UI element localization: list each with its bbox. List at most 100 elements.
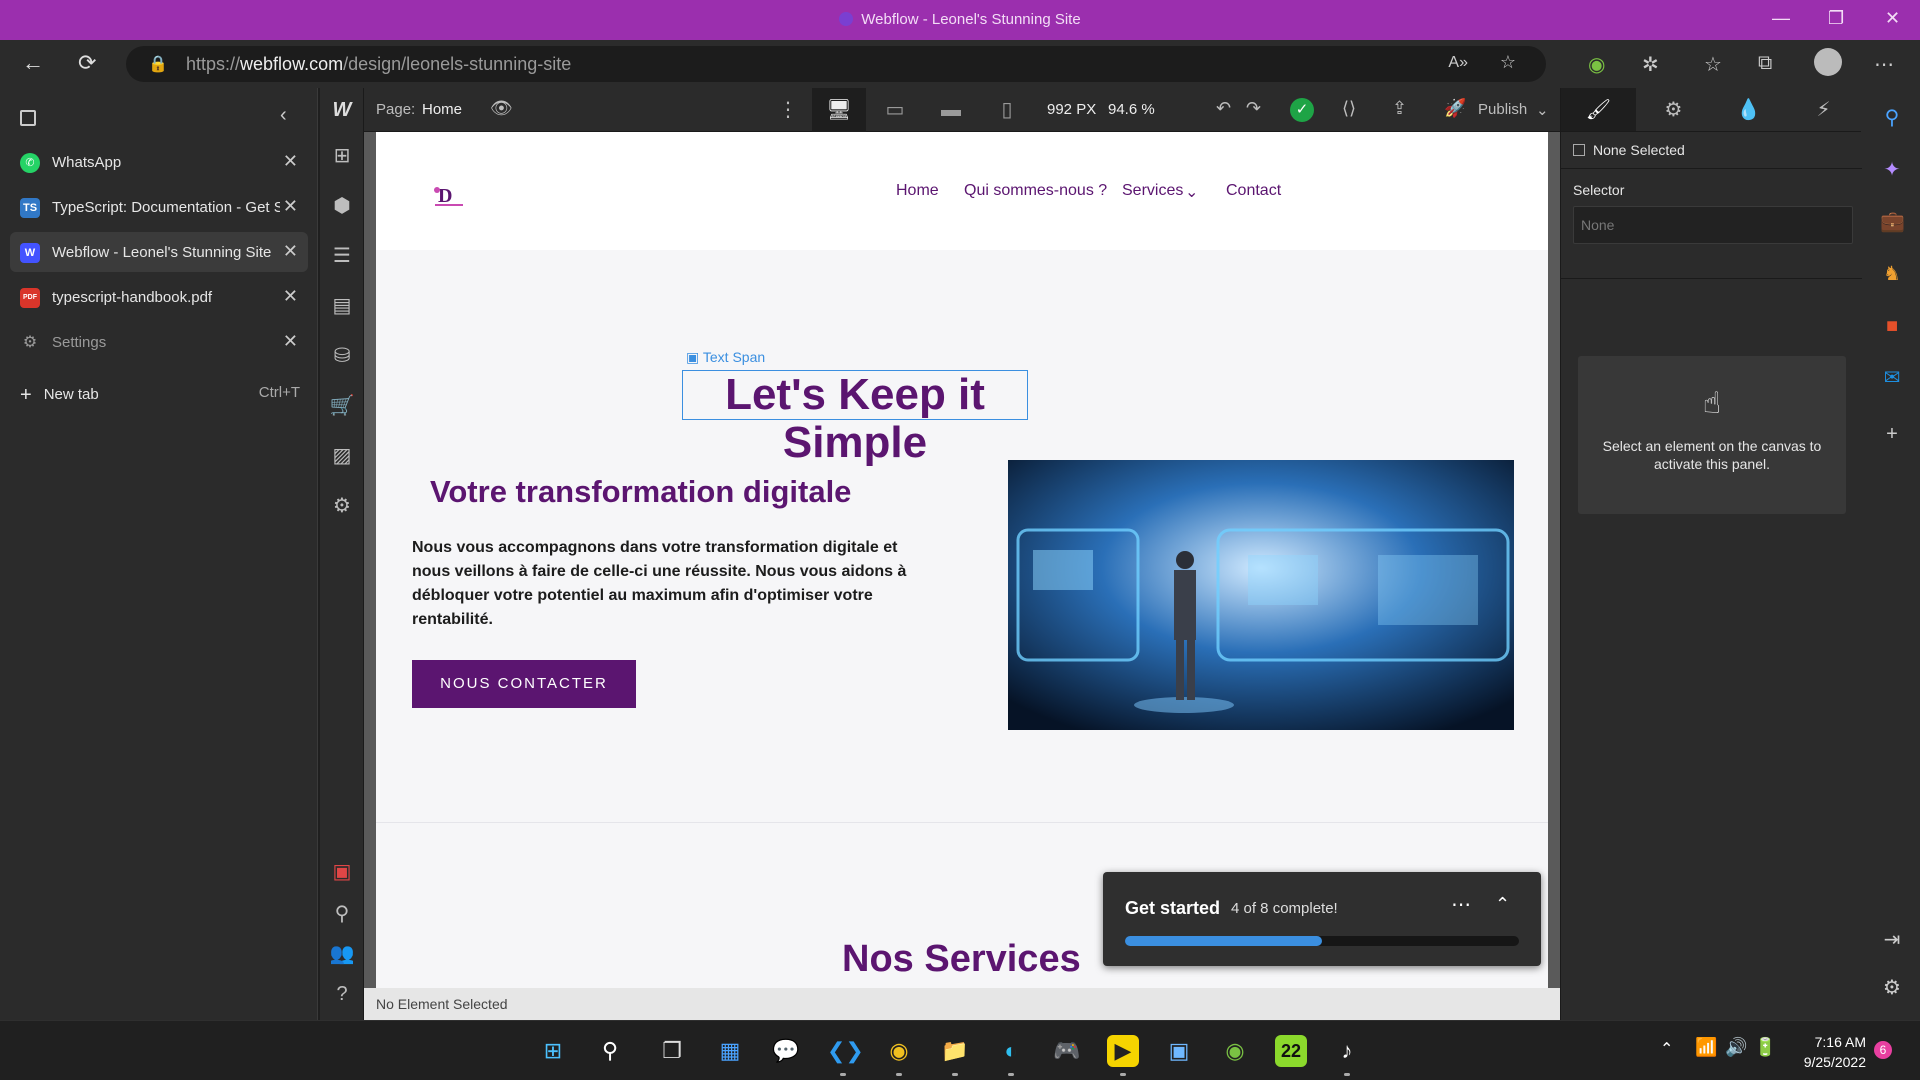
more-options-icon[interactable]: ⋮: [778, 97, 798, 122]
desktop-breakpoint-icon[interactable]: 🖥: [812, 88, 866, 132]
help-icon[interactable]: ?: [328, 980, 356, 1008]
volume-icon[interactable]: 🔊: [1725, 1037, 1747, 1058]
discover-sparkle-icon[interactable]: ✦: [1880, 158, 1904, 182]
close-tab-icon[interactable]: ✕: [283, 286, 298, 307]
tab-whatsapp[interactable]: ✆ WhatsApp ✕: [10, 142, 308, 182]
games-icon[interactable]: ♞: [1880, 262, 1904, 286]
site-logo[interactable]: D: [432, 182, 468, 212]
mobile-portrait-breakpoint-icon[interactable]: ▯: [980, 88, 1034, 132]
minimize-button[interactable]: —: [1772, 8, 1790, 29]
headline-text-span[interactable]: Let's Keep it Simple: [682, 370, 1028, 467]
assets-icon[interactable]: ▨: [328, 442, 356, 470]
chevron-up-icon[interactable]: ⌃: [1660, 1039, 1673, 1059]
hide-sidebar-icon[interactable]: ⇥: [1880, 928, 1904, 952]
selector-input[interactable]: None: [1573, 206, 1853, 244]
tab-settings[interactable]: ⚙ Settings ✕: [10, 322, 308, 362]
tools-briefcase-icon[interactable]: 💼: [1880, 210, 1905, 234]
collections-icon[interactable]: ⧉: [1758, 52, 1772, 75]
style-tab-brush-icon[interactable]: 🖌: [1561, 88, 1636, 132]
settings-icon[interactable]: ⚙: [328, 492, 356, 520]
file-explorer-icon[interactable]: 📁: [939, 1035, 971, 1076]
add-sidebar-app-icon[interactable]: +: [1880, 422, 1904, 446]
settings-tab-gear-icon[interactable]: ⚙: [1636, 88, 1711, 132]
webflow-logo-icon[interactable]: W: [328, 96, 356, 124]
audit-icon[interactable]: ▣: [328, 858, 356, 886]
office-icon[interactable]: ■: [1880, 314, 1904, 338]
control-panel-icon[interactable]: ▣: [1163, 1035, 1195, 1067]
page-selector[interactable]: Home: [422, 101, 462, 118]
widgets-icon[interactable]: ▦: [714, 1035, 746, 1067]
windows-start-icon[interactable]: ⊞: [537, 1035, 569, 1067]
battery-icon[interactable]: 🔋: [1754, 1037, 1776, 1058]
outlook-icon[interactable]: ✉: [1880, 366, 1904, 390]
notification-badge[interactable]: 6: [1874, 1041, 1892, 1059]
cms-icon[interactable]: ⛁: [328, 342, 356, 370]
intro-paragraph[interactable]: Nous vous accompagnons dans votre transf…: [412, 536, 912, 632]
get-started-card[interactable]: Get started 4 of 8 complete! ⋯ ⌃: [1103, 872, 1541, 966]
pages-icon[interactable]: ▤: [328, 292, 356, 320]
none-selected-checkbox[interactable]: [1573, 144, 1585, 156]
back-icon[interactable]: ←: [22, 50, 44, 76]
nav-link-services[interactable]: Services: [1122, 182, 1183, 200]
section-heading[interactable]: Votre transformation digitale: [430, 474, 851, 510]
favorites-icon[interactable]: ☆: [1704, 52, 1722, 77]
interactions-tab-bolt-icon[interactable]: ⚡: [1786, 88, 1861, 132]
profile-avatar[interactable]: [1814, 48, 1842, 76]
task-view-icon[interactable]: ❐: [656, 1035, 688, 1067]
game-controller-icon[interactable]: 🎮: [1051, 1035, 1083, 1067]
nav-link-contact[interactable]: Contact: [1226, 182, 1281, 200]
edge-extension-icon[interactable]: ◉: [1588, 52, 1605, 77]
close-tab-icon[interactable]: ✕: [283, 241, 298, 262]
search-icon[interactable]: ⚲: [594, 1035, 626, 1067]
refresh-icon[interactable]: ⟳: [78, 50, 96, 76]
clock[interactable]: 7:16 AM 9/25/2022: [1790, 1032, 1866, 1072]
tab-typescript-docs[interactable]: TS TypeScript: Documentation - Get Start…: [10, 187, 308, 227]
close-window-button[interactable]: ✕: [1885, 8, 1900, 29]
navigator-icon[interactable]: ☰: [328, 242, 356, 270]
contact-cta-button[interactable]: NOUS CONTACTER: [412, 660, 636, 708]
read-aloud-icon[interactable]: A»: [1448, 54, 1468, 72]
collapse-tabs-icon[interactable]: ‹: [280, 104, 287, 127]
wifi-icon[interactable]: 📶: [1695, 1037, 1717, 1058]
undo-icon[interactable]: ↶: [1216, 98, 1231, 119]
chevron-down-icon[interactable]: ⌄: [1185, 182, 1198, 202]
edge-canary-icon[interactable]: ◉: [1219, 1035, 1251, 1067]
mobile-landscape-breakpoint-icon[interactable]: ▬: [924, 88, 978, 132]
share-icon[interactable]: ⇪: [1392, 98, 1407, 119]
code-export-icon[interactable]: ⟨⟩: [1342, 98, 1356, 119]
chevron-up-icon[interactable]: ⌃: [1495, 894, 1510, 915]
player-icon[interactable]: ▶: [1107, 1035, 1139, 1076]
tablet-breakpoint-icon[interactable]: ▭: [868, 88, 922, 132]
close-tab-icon[interactable]: ✕: [283, 331, 298, 352]
style-manager-drops-icon[interactable]: 💧: [1711, 88, 1786, 132]
badge-22-icon[interactable]: 22: [1275, 1035, 1307, 1067]
hero-image[interactable]: [1008, 460, 1514, 730]
add-panel-icon[interactable]: ⊞: [328, 142, 356, 170]
new-tab-button[interactable]: + New tab Ctrl+T: [20, 384, 300, 407]
chrome-icon[interactable]: ◉: [883, 1035, 915, 1076]
publish-button[interactable]: Publish: [1478, 101, 1527, 118]
tiktok-icon[interactable]: ♪: [1331, 1035, 1363, 1076]
extensions-icon[interactable]: ✲: [1642, 52, 1659, 77]
search-icon[interactable]: ⚲: [1880, 106, 1904, 130]
services-heading[interactable]: Nos Services: [842, 938, 1081, 981]
nav-link-about[interactable]: Qui sommes-nous ?: [964, 182, 1107, 200]
more-menu-icon[interactable]: ⋯: [1874, 52, 1894, 77]
favorite-star-icon[interactable]: ☆: [1500, 52, 1516, 73]
more-options-icon[interactable]: ⋯: [1451, 892, 1471, 917]
tab-typescript-handbook[interactable]: PDF typescript-handbook.pdf ✕: [10, 277, 308, 317]
vscode-icon[interactable]: ❮❯: [827, 1035, 864, 1076]
search-icon[interactable]: ⚲: [328, 900, 356, 928]
publish-rocket-icon[interactable]: 🚀: [1444, 98, 1466, 119]
symbols-icon[interactable]: ⬢: [328, 192, 356, 220]
ecommerce-icon[interactable]: 🛒: [328, 392, 356, 420]
chevron-down-icon[interactable]: ⌄: [1536, 101, 1549, 119]
tab-webflow[interactable]: W Webflow - Leonel's Stunning Site ✕: [10, 232, 308, 272]
redo-icon[interactable]: ↷: [1246, 98, 1261, 119]
close-tab-icon[interactable]: ✕: [283, 196, 298, 217]
tab-actions-icon[interactable]: [20, 110, 36, 126]
sidebar-settings-icon[interactable]: ⚙: [1880, 976, 1904, 1000]
address-bar[interactable]: 🔒 https://webflow.com/design/leonels-stu…: [126, 46, 1546, 82]
nav-link-home[interactable]: Home: [896, 182, 939, 200]
maximize-button[interactable]: ❐: [1828, 8, 1844, 29]
